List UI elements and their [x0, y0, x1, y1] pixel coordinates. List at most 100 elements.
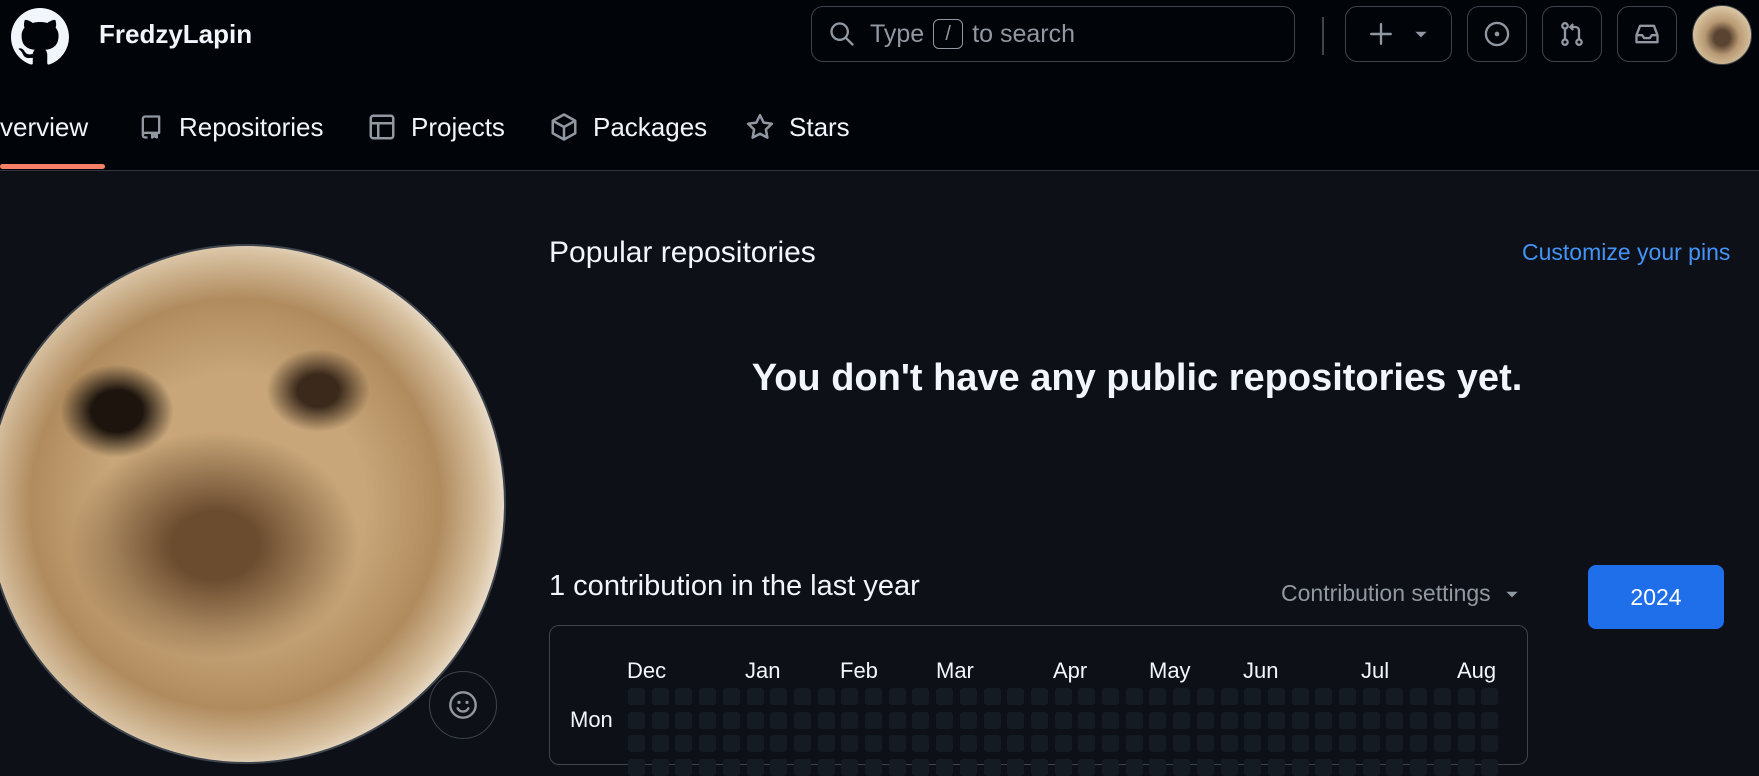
- contribution-cell[interactable]: [628, 688, 645, 705]
- contribution-cell[interactable]: [1102, 759, 1119, 776]
- contribution-cell[interactable]: [675, 711, 693, 729]
- contribution-cell[interactable]: [1433, 711, 1451, 729]
- contribution-cell[interactable]: [1244, 759, 1262, 776]
- contribution-cell[interactable]: [651, 688, 669, 705]
- contribution-cell[interactable]: [1125, 688, 1143, 705]
- contribution-cell[interactable]: [722, 688, 740, 705]
- contribution-cell[interactable]: [912, 735, 930, 753]
- contribution-cell[interactable]: [841, 759, 859, 776]
- contribution-cell[interactable]: [1102, 711, 1119, 729]
- contribution-cell[interactable]: [888, 688, 906, 705]
- contribution-cell[interactable]: [1481, 759, 1499, 776]
- contribution-cell[interactable]: [1125, 711, 1143, 729]
- contribution-cell[interactable]: [1362, 759, 1380, 776]
- contribution-cell[interactable]: [699, 711, 717, 729]
- contribution-cell[interactable]: [1007, 711, 1025, 729]
- set-status-button[interactable]: [429, 671, 497, 739]
- search-input[interactable]: Type / to search: [811, 6, 1295, 62]
- contribution-cell[interactable]: [1149, 735, 1167, 753]
- contribution-cell[interactable]: [1054, 711, 1072, 729]
- contribution-cell[interactable]: [959, 688, 977, 705]
- contribution-cell[interactable]: [1315, 735, 1333, 753]
- contribution-cell[interactable]: [1078, 711, 1096, 729]
- contribution-cell[interactable]: [817, 688, 835, 705]
- contribution-cell[interactable]: [1030, 735, 1048, 753]
- contribution-cell[interactable]: [1291, 759, 1309, 776]
- contribution-cell[interactable]: [936, 735, 954, 753]
- contribution-cell[interactable]: [936, 688, 954, 705]
- contribution-cell[interactable]: [983, 711, 1001, 729]
- contribution-cell[interactable]: [1481, 711, 1499, 729]
- contribution-cell[interactable]: [1410, 711, 1428, 729]
- contribution-cell[interactable]: [1339, 759, 1356, 776]
- contribution-cell[interactable]: [746, 735, 764, 753]
- contribution-cell[interactable]: [651, 711, 669, 729]
- contribution-cell[interactable]: [817, 735, 835, 753]
- contribution-cell[interactable]: [983, 759, 1001, 776]
- contribution-cell[interactable]: [936, 759, 954, 776]
- contribution-cell[interactable]: [1362, 688, 1380, 705]
- github-logo-icon[interactable]: [11, 8, 69, 66]
- contribution-cell[interactable]: [1078, 735, 1096, 753]
- contribution-cell[interactable]: [675, 688, 693, 705]
- contribution-cell[interactable]: [1315, 711, 1333, 729]
- contribution-cell[interactable]: [1244, 735, 1262, 753]
- contribution-cell[interactable]: [865, 735, 882, 753]
- contribution-cell[interactable]: [1481, 688, 1499, 705]
- contribution-cell[interactable]: [959, 711, 977, 729]
- contribution-cell[interactable]: [1339, 711, 1356, 729]
- contribution-cell[interactable]: [699, 735, 717, 753]
- contribution-cell[interactable]: [1457, 735, 1475, 753]
- contribution-cell[interactable]: [793, 711, 811, 729]
- contribution-cell[interactable]: [1078, 688, 1096, 705]
- contribution-cell[interactable]: [1125, 735, 1143, 753]
- contribution-cell[interactable]: [1410, 688, 1428, 705]
- contribution-cell[interactable]: [912, 711, 930, 729]
- contribution-cell[interactable]: [1220, 735, 1238, 753]
- contribution-cell[interactable]: [746, 711, 764, 729]
- contribution-cell[interactable]: [1173, 735, 1191, 753]
- contribution-cell[interactable]: [1362, 735, 1380, 753]
- tab-overview[interactable]: verview: [0, 96, 88, 158]
- tab-projects[interactable]: Projects: [367, 96, 505, 158]
- contribution-cell[interactable]: [770, 711, 788, 729]
- contribution-cell[interactable]: [793, 735, 811, 753]
- contribution-cell[interactable]: [841, 735, 859, 753]
- issues-button[interactable]: [1467, 6, 1527, 62]
- contribution-cell[interactable]: [1481, 735, 1499, 753]
- user-avatar-menu[interactable]: [1692, 5, 1752, 65]
- contribution-cell[interactable]: [983, 688, 1001, 705]
- contribution-cell[interactable]: [1267, 735, 1285, 753]
- contribution-cell[interactable]: [1291, 735, 1309, 753]
- contribution-cell[interactable]: [1149, 688, 1167, 705]
- contribution-cell[interactable]: [1196, 688, 1214, 705]
- contribution-cell[interactable]: [817, 759, 835, 776]
- contribution-cell[interactable]: [722, 735, 740, 753]
- contribution-cell[interactable]: [793, 759, 811, 776]
- contribution-cell[interactable]: [793, 688, 811, 705]
- contribution-cell[interactable]: [675, 759, 693, 776]
- contribution-cell[interactable]: [841, 688, 859, 705]
- contribution-cell[interactable]: [1433, 759, 1451, 776]
- contribution-cell[interactable]: [912, 759, 930, 776]
- contribution-cell[interactable]: [817, 711, 835, 729]
- contribution-cell[interactable]: [1173, 759, 1191, 776]
- contribution-cell[interactable]: [865, 759, 882, 776]
- contribution-cell[interactable]: [628, 759, 645, 776]
- contribution-cell[interactable]: [1220, 688, 1238, 705]
- contribution-cell[interactable]: [1244, 688, 1262, 705]
- contribution-cell[interactable]: [1315, 759, 1333, 776]
- contribution-cell[interactable]: [1054, 688, 1072, 705]
- contribution-cell[interactable]: [888, 759, 906, 776]
- contribution-cell[interactable]: [722, 759, 740, 776]
- contribution-cell[interactable]: [1220, 759, 1238, 776]
- contribution-cell[interactable]: [1030, 688, 1048, 705]
- contribution-cell[interactable]: [1291, 688, 1309, 705]
- contribution-cell[interactable]: [699, 688, 717, 705]
- contribution-cell[interactable]: [651, 759, 669, 776]
- contribution-cell[interactable]: [675, 735, 693, 753]
- contribution-cell[interactable]: [746, 688, 764, 705]
- contribution-cell[interactable]: [1007, 688, 1025, 705]
- inbox-button[interactable]: [1617, 6, 1677, 62]
- contribution-cell[interactable]: [1078, 759, 1096, 776]
